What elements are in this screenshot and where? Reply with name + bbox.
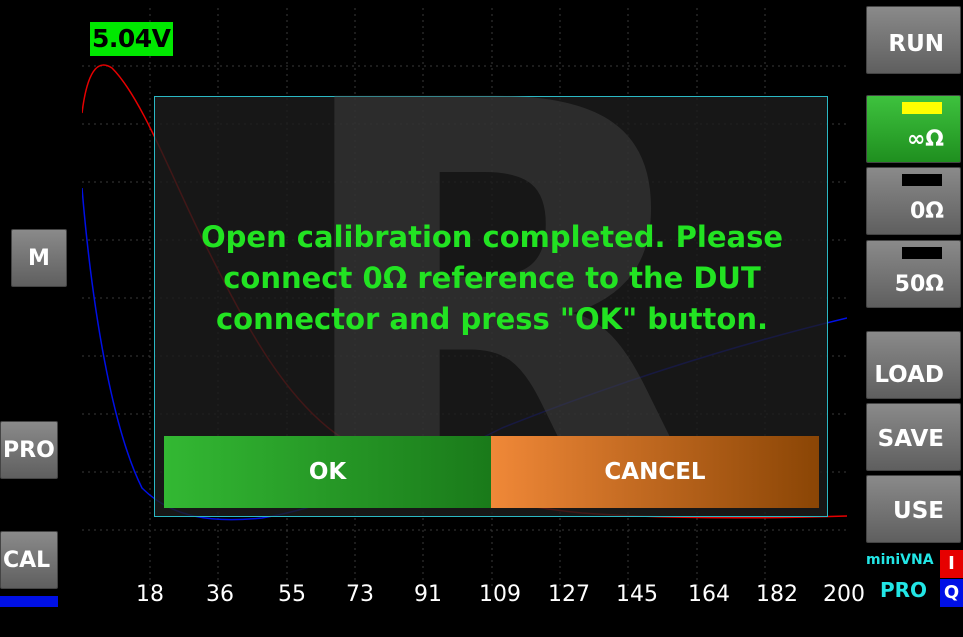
vna-screen: 5.04V 18 36 55 73 91 109 127 145 164 182… <box>0 0 963 607</box>
run-label: RUN <box>888 31 944 57</box>
marker-label: M <box>28 246 50 271</box>
use-label: USE <box>893 498 944 524</box>
pro-button[interactable]: PRO <box>0 421 58 479</box>
x-tick: 145 <box>616 582 658 607</box>
dialog-message: Open calibration completed. Please conne… <box>155 217 829 340</box>
cal-label: CAL <box>3 548 51 573</box>
x-tick: 164 <box>688 582 730 607</box>
pro-label: PRO <box>3 438 55 463</box>
status-indicator <box>902 174 942 186</box>
x-tick: 55 <box>278 582 306 607</box>
cal-short-button[interactable]: 0Ω <box>866 167 961 235</box>
cal-load-label: 50Ω <box>894 272 944 297</box>
x-tick: 36 <box>206 582 234 607</box>
brand-logo-pro: PRO <box>880 578 928 602</box>
cal-short-label: 0Ω <box>909 199 944 224</box>
cal-load-button[interactable]: 50Ω <box>866 240 961 308</box>
voltage-readout: 5.04V <box>90 22 173 56</box>
x-tick: 127 <box>548 582 590 607</box>
save-button[interactable]: SAVE <box>866 403 961 471</box>
message-line: connect 0Ω reference to the DUT <box>223 261 761 295</box>
run-button[interactable]: RUN <box>866 6 961 74</box>
message-line: connector and press "OK" button. <box>215 302 769 336</box>
load-button[interactable]: LOAD <box>866 331 961 399</box>
channel-i-badge[interactable]: I <box>940 550 963 578</box>
message-line: Open calibration completed. Please <box>200 220 784 254</box>
channel-indicator-bar <box>0 596 58 607</box>
ok-button[interactable]: OK <box>164 436 491 508</box>
cal-button[interactable]: CAL <box>0 531 58 589</box>
cal-open-button[interactable]: ∞Ω <box>866 95 961 163</box>
calibration-dialog: R Open calibration completed. Please con… <box>154 31 829 591</box>
save-label: SAVE <box>877 426 944 452</box>
x-tick: 73 <box>346 582 374 607</box>
cancel-button[interactable]: CANCEL <box>491 436 819 508</box>
x-tick: 109 <box>479 582 521 607</box>
status-indicator <box>902 247 942 259</box>
cal-open-label: ∞Ω <box>906 127 944 152</box>
x-tick: 200 <box>823 582 865 607</box>
use-button[interactable]: USE <box>866 475 961 543</box>
x-tick: 91 <box>414 582 442 607</box>
status-indicator <box>902 102 942 114</box>
x-tick: 18 <box>136 582 164 607</box>
channel-q-badge[interactable]: Q <box>940 579 963 607</box>
load-label: LOAD <box>874 362 944 388</box>
marker-button[interactable]: M <box>11 229 67 287</box>
brand-logo: miniVNA <box>866 552 934 568</box>
x-tick: 182 <box>756 582 798 607</box>
